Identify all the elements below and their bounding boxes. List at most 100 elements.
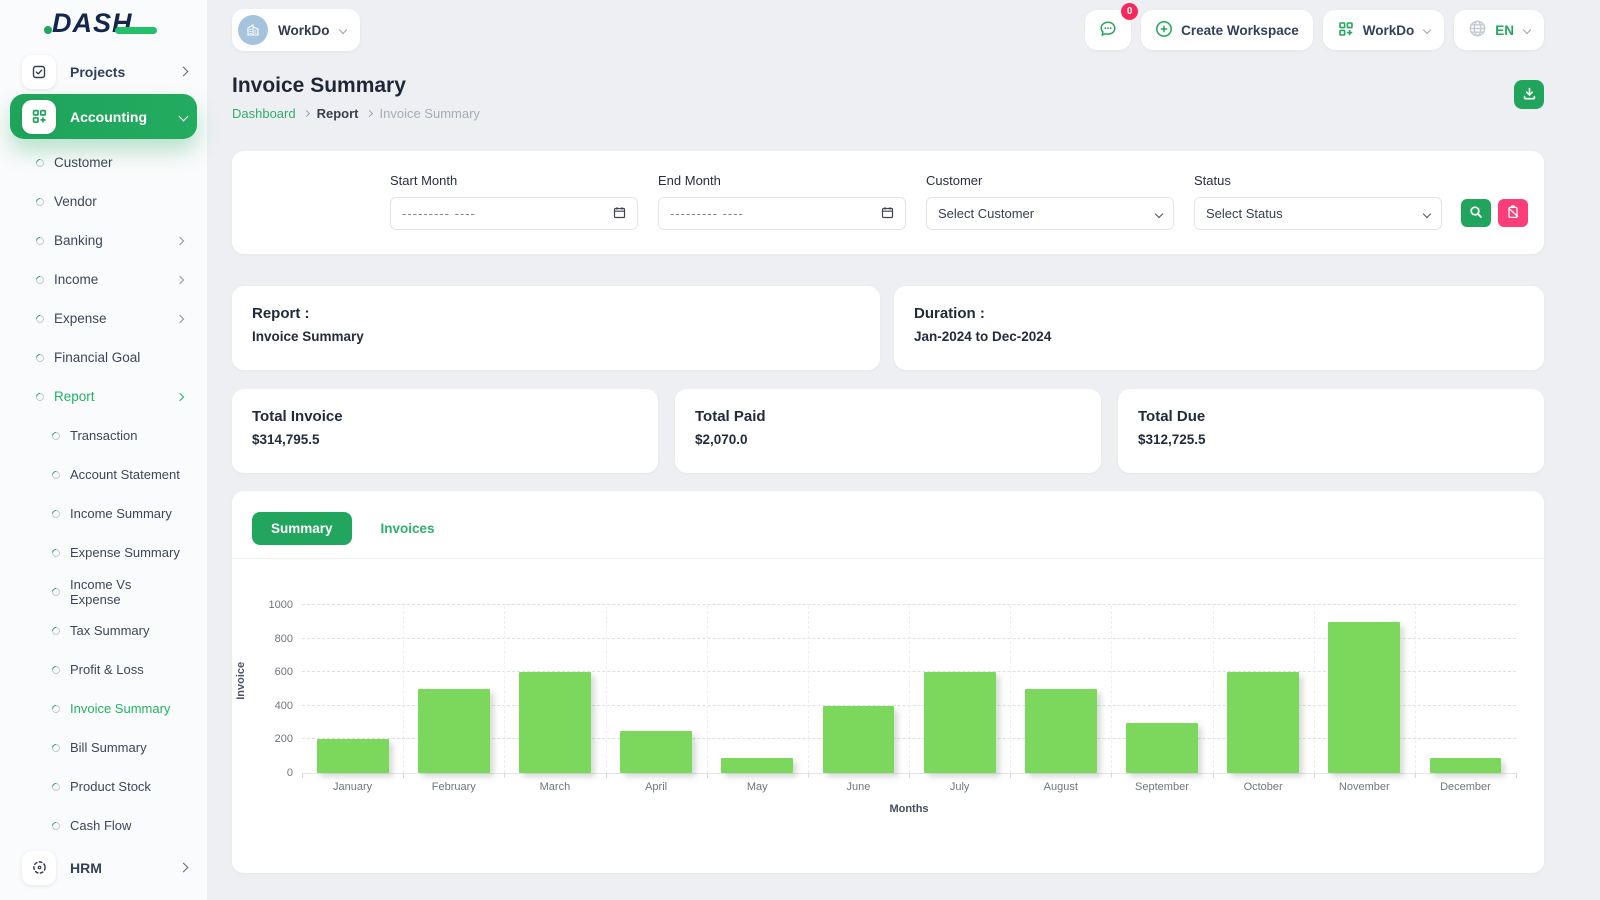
sidebar-item-product-stock[interactable]: Product Stock (10, 767, 197, 806)
chevron-down-icon (338, 25, 347, 35)
sidebar-item-label: Bill Summary (70, 740, 147, 755)
sidebar-item-accounting[interactable]: Accounting (10, 94, 197, 139)
apply-filter-button[interactable] (1461, 199, 1491, 227)
chart-column-january (302, 606, 403, 773)
sidebar-item-expense-summary[interactable]: Expense Summary (10, 533, 197, 572)
sidebar-item-income-vs-expense[interactable]: Income Vs Expense (10, 572, 197, 611)
x-axis-tick (909, 773, 910, 778)
breadcrumb: Dashboard Report Invoice Summary (232, 106, 480, 121)
bar-june[interactable] (822, 705, 895, 773)
sidebar-item-transaction[interactable]: Transaction (10, 416, 197, 455)
bar-october[interactable] (1227, 672, 1300, 773)
status-label: Status (1194, 173, 1231, 188)
tab-invoices[interactable]: Invoices (362, 512, 454, 545)
start-month-input[interactable]: --------- ---- (390, 197, 638, 230)
sidebar-item-profit-loss[interactable]: Profit & Loss (10, 650, 197, 689)
bar-march[interactable] (519, 672, 591, 773)
sidebar-item-bill-summary[interactable]: Bill Summary (10, 728, 197, 767)
sidebar-item-customer[interactable]: Customer (10, 143, 197, 182)
breadcrumb-dashboard[interactable]: Dashboard (232, 106, 296, 121)
bar-august[interactable] (1024, 689, 1097, 773)
sidebar-item-banking[interactable]: Banking (10, 221, 197, 260)
bar-december[interactable] (1429, 757, 1502, 773)
y-tick-label: 1000 (268, 599, 293, 611)
sidebar-item-label: Expense (54, 311, 107, 326)
status-select[interactable]: Select Status (1194, 197, 1442, 230)
sidebar-item-label: Tax Summary (70, 623, 150, 638)
x-axis-tick (1111, 773, 1113, 778)
create-workspace-button[interactable]: Create Workspace (1141, 10, 1313, 50)
bullet-donut-icon (50, 507, 62, 520)
chart-column-june (808, 606, 909, 773)
chevron-right-icon (175, 275, 185, 284)
chevron-right-icon (175, 236, 185, 245)
reset-filter-button[interactable] (1498, 199, 1528, 227)
x-tick-label: November (1338, 781, 1390, 793)
chart-column-july (909, 606, 1010, 773)
sidebar-item-projects[interactable]: Projects (10, 49, 197, 94)
bar-september[interactable] (1126, 722, 1198, 773)
page-title: Invoice Summary (232, 74, 406, 97)
globe-icon (1468, 19, 1487, 41)
sidebar-item-tax-summary[interactable]: Tax Summary (10, 611, 197, 650)
sidebar-item-vendor[interactable]: Vendor (10, 182, 197, 221)
app-logo[interactable]: DASH (0, 0, 207, 47)
end-month-input[interactable]: --------- ---- (658, 197, 906, 230)
x-tick-label: February (431, 781, 476, 793)
tab-summary[interactable]: Summary (252, 512, 352, 545)
download-button[interactable] (1514, 80, 1544, 109)
chevron-right-icon (175, 392, 185, 401)
breadcrumb-report[interactable]: Report (317, 106, 359, 121)
bullet-donut-icon (34, 390, 46, 403)
sidebar-item-report[interactable]: Report (10, 377, 197, 416)
bullet-donut-icon (34, 156, 46, 169)
bullet-donut-icon (50, 546, 62, 559)
tabs-divider (232, 558, 1544, 559)
sidebar-item-cash-flow[interactable]: Cash Flow (10, 806, 197, 845)
bar-february[interactable] (417, 689, 490, 773)
messages-button[interactable]: 0 (1085, 3, 1139, 50)
notification-badge: 0 (1121, 3, 1139, 20)
workspace-selector[interactable]: WorkDo (232, 9, 360, 51)
x-tick-label: April (645, 781, 668, 793)
bar-january[interactable] (316, 739, 389, 773)
chart-x-labels: January February March April May June July Augu… (302, 781, 1516, 793)
bullet-donut-icon (50, 663, 62, 676)
grid-icon (1337, 20, 1355, 41)
language-selector[interactable]: EN (1454, 10, 1544, 50)
chevron-right-icon (178, 66, 189, 77)
logo-text: DASH (52, 8, 133, 38)
sidebar-item-account-statement[interactable]: Account Statement (10, 455, 197, 494)
bullet-donut-icon (34, 195, 46, 208)
topbar: WorkDo 0 Create Workspace WorkDo EN (232, 0, 1544, 52)
sidebar-item-label: Profit & Loss (70, 662, 144, 677)
sidebar-item-label: HRM (70, 859, 102, 876)
chat-bubble-icon (1098, 19, 1118, 42)
sidebar-item-income[interactable]: Income (10, 260, 197, 299)
sidebar-item-expense[interactable]: Expense (10, 299, 197, 338)
status-select-value: Select Status (1206, 206, 1283, 221)
workdo-menu-button[interactable]: WorkDo (1322, 10, 1445, 50)
sidebar-item-financial-goal[interactable]: Financial Goal (10, 338, 197, 377)
y-tick-label: 400 (274, 699, 293, 712)
topbar-actions: 0 Create Workspace WorkDo EN (1085, 3, 1544, 50)
bar-july[interactable] (923, 672, 996, 773)
bar-may[interactable] (721, 757, 794, 773)
x-axis-tick (1010, 773, 1012, 778)
sidebar-item-income-summary[interactable]: Income Summary (10, 494, 197, 533)
customer-select[interactable]: Select Customer (926, 197, 1174, 230)
bullet-donut-icon (50, 780, 62, 793)
sidebar-item-label: Report (54, 389, 95, 404)
bar-april[interactable] (620, 731, 693, 773)
x-tick-label: December (1440, 781, 1491, 793)
total-due-value: $312,725.5 (1138, 432, 1206, 447)
chevron-right-icon (302, 109, 310, 118)
sidebar-item-label: Accounting (70, 108, 147, 125)
x-axis-tick (605, 773, 607, 778)
bar-november[interactable] (1328, 621, 1401, 773)
sidebar-item-hrm[interactable]: HRM (10, 845, 197, 890)
y-tick-label: 0 (286, 767, 293, 779)
total-paid-card: Total Paid $2,070.0 (675, 389, 1101, 473)
sidebar-item-invoice-summary[interactable]: Invoice Summary (10, 689, 197, 728)
bullet-donut-icon (34, 351, 46, 364)
